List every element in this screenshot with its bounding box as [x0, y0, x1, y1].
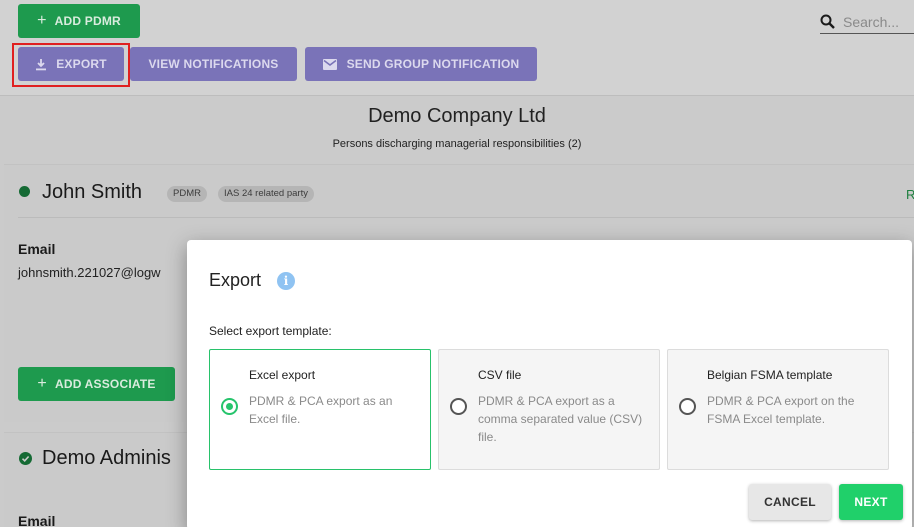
- envelope-icon: [322, 58, 337, 70]
- view-notifications-button[interactable]: VIEW NOTIFICATIONS: [130, 47, 297, 81]
- option-description: PDMR & PCA export as a comma separated v…: [478, 394, 643, 444]
- add-pdmr-label: ADD PDMR: [54, 14, 121, 28]
- add-pdmr-button[interactable]: + ADD PDMR: [18, 4, 140, 38]
- status-text: R: [906, 187, 914, 202]
- option-excel-export[interactable]: Excel export PDMR & PCA export as an Exc…: [209, 349, 431, 470]
- export-highlight-box: [12, 43, 130, 87]
- radio-excel-export[interactable]: [221, 398, 238, 415]
- plus-icon: +: [37, 375, 47, 392]
- option-title: Excel export: [249, 368, 316, 382]
- person-name: John Smith: [42, 181, 143, 203]
- toolbar: + ADD PDMR EXPORT VIEW NOTIFICATIONS SEN…: [0, 0, 914, 96]
- add-associate-label: ADD ASSOCIATE: [54, 377, 156, 391]
- radio-belgian-fsma-template[interactable]: [679, 398, 696, 415]
- info-icon[interactable]: i: [277, 272, 295, 290]
- option-description: PDMR & PCA export as an Excel file.: [249, 394, 393, 426]
- search-placeholder: Search...: [843, 13, 900, 30]
- add-associate-button[interactable]: + ADD ASSOCIATE: [18, 367, 175, 401]
- company-name: Demo Company Ltd: [368, 105, 546, 127]
- email-label: Email: [18, 241, 56, 257]
- cancel-button[interactable]: CANCEL: [749, 484, 831, 520]
- company-subtitle: Persons discharging managerial responsib…: [332, 138, 582, 150]
- option-description: PDMR & PCA export on the FSMA Excel temp…: [707, 394, 855, 426]
- dialog-title: Export: [209, 270, 262, 290]
- export-dialog: Export i Select export template: Excel e…: [187, 240, 912, 527]
- toolbar-divider: [0, 95, 914, 96]
- option-title: CSV file: [478, 368, 522, 382]
- radio-csv-file[interactable]: [450, 398, 467, 415]
- send-group-notification-label: SEND GROUP NOTIFICATION: [346, 57, 520, 71]
- email-label: Email: [18, 513, 56, 527]
- send-group-notification-button[interactable]: SEND GROUP NOTIFICATION: [305, 47, 537, 81]
- check-circle-icon: [19, 452, 32, 465]
- option-csv-file[interactable]: CSV file PDMR & PCA export as a comma se…: [438, 349, 660, 470]
- pdmr-chip: PDMR: [167, 186, 207, 202]
- select-template-label: Select export template:: [209, 324, 332, 338]
- option-title: Belgian FSMA template: [707, 368, 833, 382]
- email-value: johnsmith.221027@logw: [18, 265, 161, 280]
- ias-related-party-chip: IAS 24 related party: [218, 186, 314, 202]
- next-button[interactable]: NEXT: [839, 484, 903, 520]
- search-input[interactable]: Search...: [820, 10, 914, 34]
- plus-icon: +: [37, 12, 47, 29]
- divider: [18, 217, 914, 218]
- view-notifications-label: VIEW NOTIFICATIONS: [148, 57, 279, 71]
- status-dot-icon: [19, 186, 30, 197]
- option-belgian-fsma-template[interactable]: Belgian FSMA template PDMR & PCA export …: [667, 349, 889, 470]
- person-name: Demo Adminis: [42, 447, 171, 469]
- search-icon: [820, 14, 835, 29]
